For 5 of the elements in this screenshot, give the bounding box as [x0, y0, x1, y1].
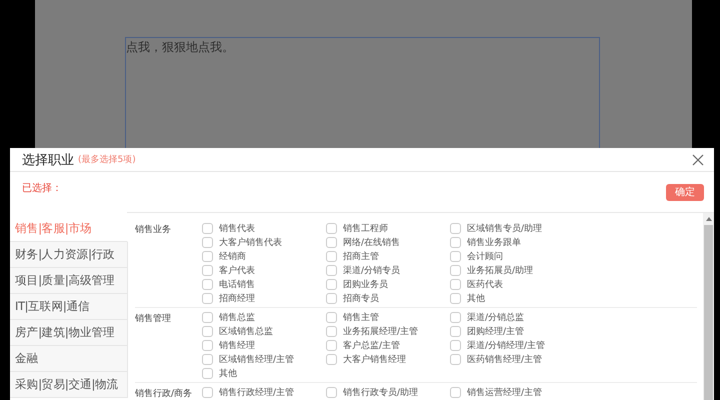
- group-label: 销售行政/商务: [135, 389, 192, 399]
- group-label: 销售业务: [135, 225, 171, 235]
- group-label: 销售管理: [135, 314, 171, 324]
- selected-label: 已选择：: [22, 182, 62, 195]
- dialog-title: 选择职业: [22, 152, 74, 168]
